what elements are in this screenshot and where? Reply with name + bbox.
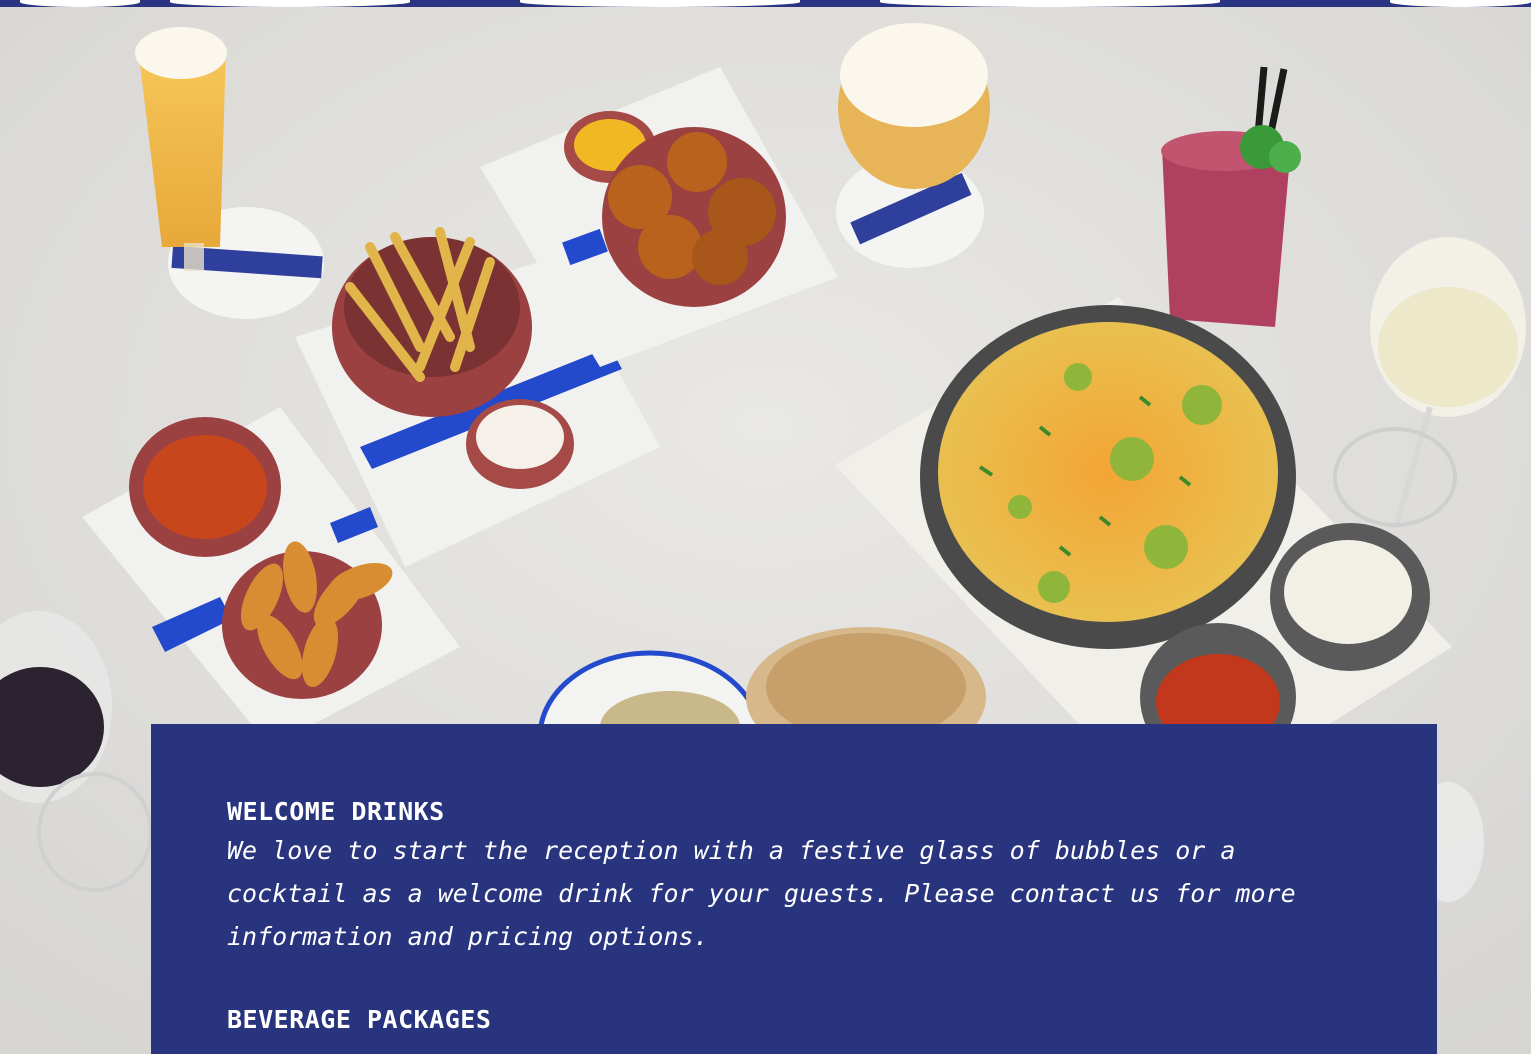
info-panel: WELCOME DRINKS We love to start the rece… [151, 724, 1437, 1054]
beverage-packages-heading: BEVERAGE PACKAGES [227, 1005, 492, 1034]
welcome-drinks-text: We love to start the reception with a fe… [227, 836, 1296, 951]
welcome-drinks-heading: WELCOME DRINKS [227, 797, 445, 826]
beer-glass-icon [836, 23, 990, 268]
top-decorative-band [0, 0, 1531, 7]
